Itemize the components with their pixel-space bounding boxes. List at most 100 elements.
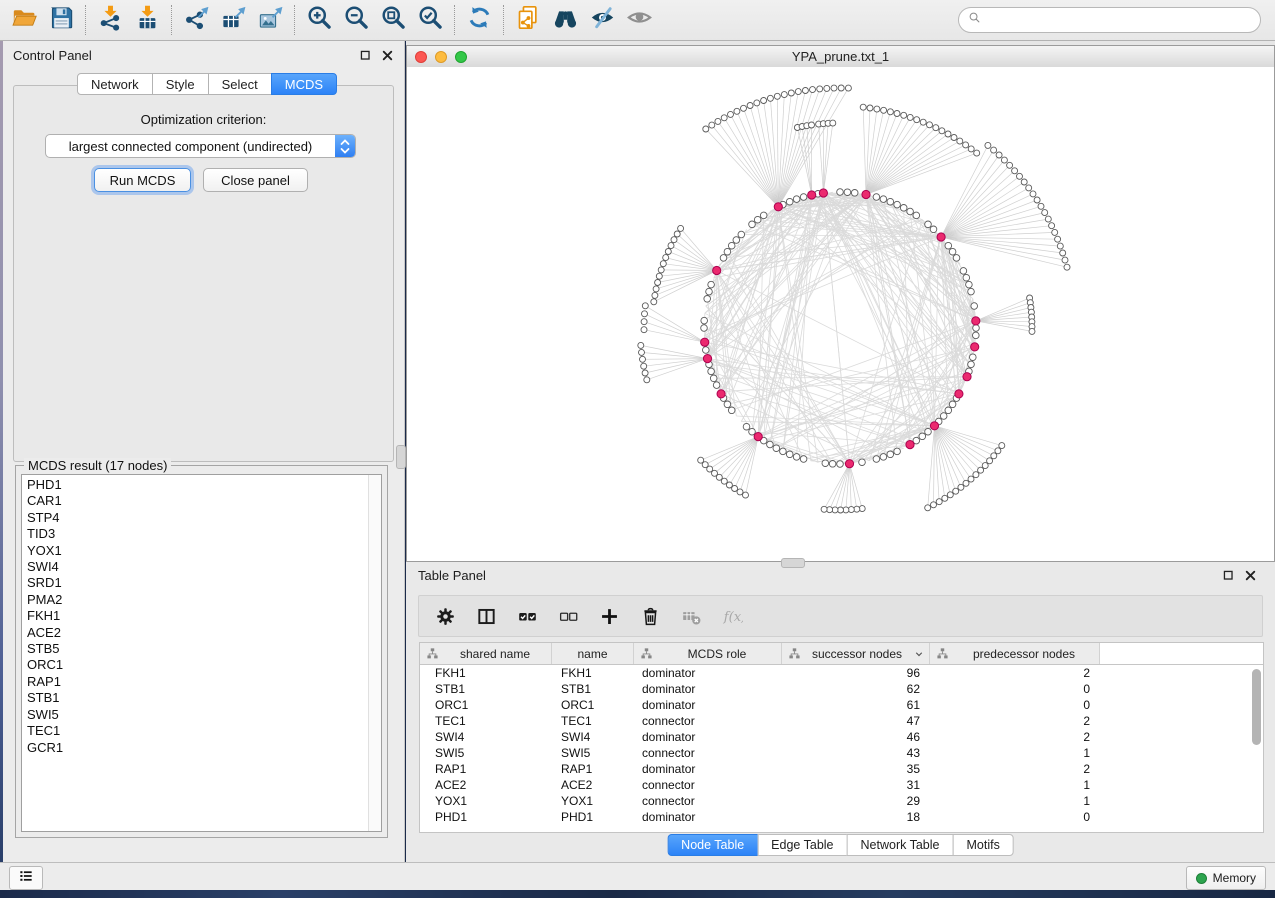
close-panel-button[interactable]: Close panel [203, 168, 308, 192]
export-image-button[interactable] [252, 3, 289, 37]
mcds-result-item[interactable]: PMA2 [27, 592, 381, 608]
zoom-out-button[interactable] [338, 3, 375, 37]
mcds-result-item[interactable]: TEC1 [27, 723, 381, 739]
import-table-button[interactable] [129, 3, 166, 37]
mcds-result-item[interactable]: STB1 [27, 690, 381, 706]
table-row[interactable]: RAP1RAP1dominator352 [420, 761, 1263, 777]
table-row[interactable]: TEC1TEC1connector472 [420, 713, 1263, 729]
export-table-button[interactable] [215, 3, 252, 37]
tab-select[interactable]: Select [208, 73, 272, 95]
mcds-result-item[interactable]: STB5 [27, 641, 381, 657]
mcds-result-item[interactable]: ORC1 [27, 657, 381, 673]
float-panel-icon[interactable] [359, 49, 372, 62]
mcds-result-item[interactable]: YOX1 [27, 543, 381, 559]
table-cell: connector [634, 746, 782, 760]
tab-motifs[interactable]: Motifs [952, 834, 1013, 856]
search-box[interactable] [958, 7, 1261, 33]
float-panel-icon[interactable] [1222, 569, 1235, 582]
delete-columns-icon[interactable] [640, 606, 661, 627]
select-all-icon[interactable] [517, 606, 538, 627]
import-network-button[interactable] [92, 3, 129, 37]
table-toolbar: f(x) [418, 595, 1263, 637]
mcds-result-item[interactable]: TID3 [27, 526, 381, 542]
mcds-result-item[interactable]: ACE2 [27, 625, 381, 641]
table-row[interactable]: YOX1YOX1connector291 [420, 793, 1263, 809]
mcds-result-item[interactable]: CAR1 [27, 493, 381, 509]
sort-desc-icon[interactable] [913, 648, 925, 660]
tab-network-table[interactable]: Network Table [847, 834, 954, 856]
table-cell: PHD1 [552, 810, 634, 824]
svg-text:f(x): f(x) [723, 609, 743, 624]
zoom-selected-button[interactable] [412, 3, 449, 37]
table-row[interactable]: SWI4SWI4dominator462 [420, 729, 1263, 745]
column-header-MCDS-role[interactable]: MCDS role [634, 643, 782, 664]
toolbar-separator [85, 5, 87, 35]
settings-gear-icon[interactable] [435, 606, 456, 627]
table-row[interactable]: ACE2ACE2connector311 [420, 777, 1263, 793]
tab-mcds[interactable]: MCDS [271, 73, 337, 95]
mcds-result-item[interactable]: RAP1 [27, 674, 381, 690]
network-graph[interactable] [407, 67, 1274, 561]
mcds-result-item[interactable]: SRD1 [27, 575, 381, 591]
tab-network[interactable]: Network [77, 73, 153, 95]
selected-option: largest connected component (undirected) [46, 139, 335, 154]
table-row[interactable]: STB1STB1dominator620 [420, 681, 1263, 697]
memory-button[interactable]: Memory [1186, 866, 1266, 890]
table-cell: RAP1 [420, 762, 552, 776]
mcds-result-scrollbar[interactable] [368, 475, 381, 831]
column-header-predecessor-nodes[interactable]: predecessor nodes [930, 643, 1100, 664]
optimization-criterion-select[interactable]: largest connected component (undirected) [45, 134, 356, 158]
table-scrollbar-thumb[interactable] [1252, 669, 1261, 745]
close-panel-icon[interactable] [381, 49, 394, 62]
table-cell: RAP1 [552, 762, 634, 776]
split-divider-handle[interactable] [396, 445, 406, 469]
tab-edge-table[interactable]: Edge Table [757, 834, 847, 856]
hide-selected-button[interactable] [584, 3, 621, 37]
table-scrollbar[interactable] [1252, 667, 1261, 827]
network-canvas[interactable] [407, 67, 1274, 561]
tab-node-table[interactable]: Node Table [667, 834, 758, 856]
mcds-result-item[interactable]: STP4 [27, 510, 381, 526]
mcds-result-item[interactable]: SWI4 [27, 559, 381, 575]
table-cell: 35 [782, 762, 930, 776]
export-network-button[interactable] [178, 3, 215, 37]
tab-style[interactable]: Style [152, 73, 209, 95]
open-file-button[interactable] [6, 3, 43, 37]
table-cell: connector [634, 794, 782, 808]
panel-menu-button[interactable] [9, 866, 43, 890]
table-cell: dominator [634, 762, 782, 776]
clone-network-button[interactable] [510, 3, 547, 37]
table-cell: dominator [634, 730, 782, 744]
toolbar-separator [454, 5, 456, 35]
mcds-result-item[interactable]: PHD1 [27, 477, 381, 493]
deselect-all-icon[interactable] [558, 606, 579, 627]
create-column-icon[interactable] [599, 606, 620, 627]
table-row[interactable]: PHD1PHD1dominator180 [420, 809, 1263, 825]
table-row[interactable]: ORC1ORC1dominator610 [420, 697, 1263, 713]
column-header-name[interactable]: name [552, 643, 634, 664]
close-panel-icon[interactable] [1244, 569, 1257, 582]
zoom-in-button[interactable] [301, 3, 338, 37]
right-area: YPA_prune.txt_1 Table Panel f(x) shared … [406, 41, 1275, 862]
table-row[interactable]: SWI5SWI5connector431 [420, 745, 1263, 761]
table-row[interactable]: FKH1FKH1dominator962 [420, 665, 1263, 681]
clone-network-icon [515, 4, 542, 36]
mcds-result-list[interactable]: PHD1CAR1STP4TID3YOX1SWI4SRD1PMA2FKH1ACE2… [21, 474, 382, 832]
refresh-view-button[interactable] [461, 3, 498, 37]
column-header-shared-name[interactable]: shared name [420, 643, 552, 664]
show-columns-icon[interactable] [476, 606, 497, 627]
network-window-titlebar[interactable]: YPA_prune.txt_1 [407, 46, 1274, 68]
save-session-button[interactable] [43, 3, 80, 37]
search-input[interactable] [982, 12, 1252, 28]
mcds-result-item[interactable]: SWI5 [27, 707, 381, 723]
mcds-result-item[interactable]: FKH1 [27, 608, 381, 624]
memory-status-dot [1196, 873, 1207, 884]
mcds-result-item[interactable]: GCR1 [27, 740, 381, 756]
column-header-successor-nodes[interactable]: successor nodes [782, 643, 930, 664]
table-cell: 18 [782, 810, 930, 824]
table-cell: dominator [634, 810, 782, 824]
combo-stepper-icon[interactable] [335, 135, 355, 157]
run-mcds-button[interactable]: Run MCDS [94, 168, 191, 192]
first-neighbors-button[interactable] [547, 3, 584, 37]
zoom-fit-button[interactable] [375, 3, 412, 37]
